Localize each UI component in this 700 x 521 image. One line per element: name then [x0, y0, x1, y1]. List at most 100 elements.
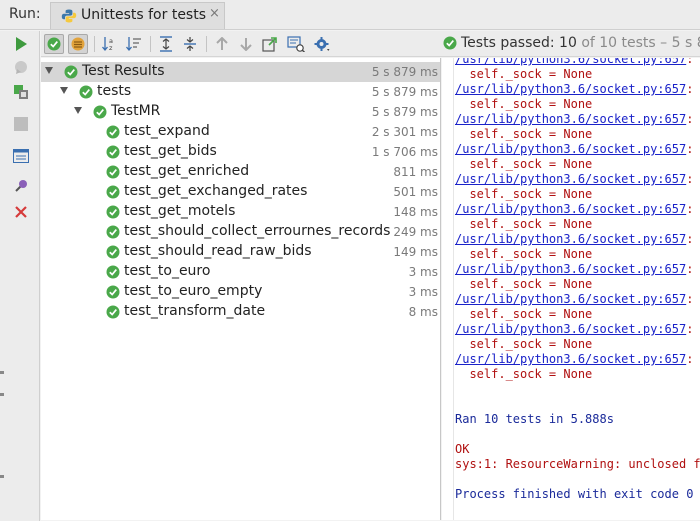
test-tree-row[interactable]: test_get_bids 1 s 706 ms — [41, 142, 440, 162]
source-link[interactable]: /usr/lib/python3.6/socket.py:657 — [455, 172, 686, 186]
expand-arrow-icon[interactable] — [60, 87, 68, 94]
run-tool-window: Run: Unittests for tests × a z Tests pas… — [0, 0, 700, 521]
settings-icon[interactable] — [312, 34, 332, 54]
expand-all-icon[interactable] — [156, 34, 176, 54]
test-passed-icon — [93, 105, 107, 119]
test-toolbar: az Tests passed: 10 of 10 tests – 5 s — [41, 31, 700, 57]
source-link[interactable]: /usr/lib/python3.6/socket.py:657 — [455, 142, 686, 156]
test-duration: 3 ms — [408, 285, 438, 299]
test-duration: 811 ms — [393, 165, 438, 179]
show-ignored-icon[interactable] — [68, 34, 88, 54]
traceback-code-line: self._sock = None — [455, 307, 593, 321]
test-name: test_should_read_raw_bids — [124, 243, 312, 259]
traceback-line: /usr/lib/python3.6/socket.py:657: R — [455, 142, 694, 156]
source-link[interactable]: /usr/lib/python3.6/socket.py:657 — [455, 322, 686, 336]
test-tree-row[interactable]: test_should_collect_errournes_records 249… — [41, 222, 440, 242]
test-duration: 3 ms — [408, 265, 438, 279]
test-tree-row[interactable]: tests 5 s 879 ms — [41, 82, 440, 102]
rerun-failed-icon[interactable] — [12, 59, 30, 77]
test-duration: 1 s 706 ms — [371, 145, 438, 159]
tests-status: Tests passed: 10 of 10 tests – 5 s 879 — [443, 35, 700, 54]
source-link[interactable]: /usr/lib/python3.6/socket.py:657 — [455, 292, 686, 306]
traceback-code-line: self._sock = None — [455, 67, 593, 81]
test-tree-row[interactable]: test_transform_date 8 ms — [41, 302, 440, 322]
ok-line: OK — [455, 442, 470, 456]
test-name: tests — [97, 83, 132, 99]
test-tree-row[interactable]: Test Results 5 s 879 ms — [41, 62, 440, 82]
test-name: test_expand — [124, 123, 210, 139]
sort-duration-icon[interactable] — [124, 34, 144, 54]
import-icon[interactable] — [286, 34, 306, 54]
layout-icon[interactable] — [12, 147, 30, 165]
traceback-line: /usr/lib/python3.6/socket.py:657: R — [455, 172, 694, 186]
source-link[interactable]: /usr/lib/python3.6/socket.py:657 — [455, 112, 686, 126]
test-tree-row[interactable]: test_get_exchanged_rates 501 ms — [41, 182, 440, 202]
test-duration: 501 ms — [393, 185, 438, 199]
source-link[interactable]: /usr/lib/python3.6/socket.py:657 — [455, 232, 686, 246]
test-tree-row[interactable]: test_to_euro 3 ms — [41, 262, 440, 282]
tab-close-icon[interactable]: × — [209, 6, 220, 21]
test-duration: 5 s 879 ms — [371, 105, 438, 119]
run-label: Run: — [9, 6, 41, 22]
test-passed-icon — [106, 305, 120, 319]
test-tree-row[interactable]: test_get_enriched 811 ms — [41, 162, 440, 182]
test-duration: 149 ms — [393, 245, 438, 259]
traceback-line: /usr/lib/python3.6/socket.py:657: R — [455, 292, 694, 306]
source-link[interactable]: /usr/lib/python3.6/socket.py:657 — [455, 352, 686, 366]
source-link[interactable]: /usr/lib/python3.6/socket.py:657 — [455, 262, 686, 276]
test-tree-row[interactable]: TestMR 5 s 879 ms — [41, 102, 440, 122]
passed-icon — [443, 36, 457, 54]
scroll-marker — [0, 393, 4, 396]
test-passed-icon — [106, 205, 120, 219]
test-passed-icon — [106, 145, 120, 159]
traceback-line: /usr/lib/python3.6/socket.py:657: R — [455, 352, 694, 366]
test-passed-icon — [106, 285, 120, 299]
traceback-line: /usr/lib/python3.6/socket.py:657: R — [455, 262, 694, 276]
traceback-code-line: self._sock = None — [455, 157, 593, 171]
test-name: test_get_bids — [124, 143, 217, 159]
test-name: test_get_exchanged_rates — [124, 183, 308, 199]
traceback-code-line: self._sock = None — [455, 217, 593, 231]
stop-icon[interactable] — [12, 115, 30, 133]
test-passed-icon — [106, 165, 120, 179]
test-tree-row[interactable]: test_should_read_raw_bids 149 ms — [41, 242, 440, 262]
test-passed-icon — [106, 225, 120, 239]
traceback-code-line: self._sock = None — [455, 367, 593, 381]
test-duration: 5 s 879 ms — [371, 65, 438, 79]
source-link[interactable]: /usr/lib/python3.6/socket.py:657 — [455, 82, 686, 96]
test-passed-icon — [79, 85, 93, 99]
test-tree-row[interactable]: test_to_euro_empty 3 ms — [41, 282, 440, 302]
expand-arrow-icon[interactable] — [74, 107, 82, 114]
test-name: test_get_enriched — [124, 163, 250, 179]
run-config-tab[interactable]: Unittests for tests × — [50, 2, 225, 29]
test-tree: Test Results 5 s 879 ms tests 5 s 879 ms Tes… — [41, 58, 441, 520]
rerun-icon[interactable] — [12, 83, 30, 101]
expand-arrow-icon[interactable] — [45, 67, 53, 74]
show-passed-icon[interactable] — [44, 34, 64, 54]
source-link[interactable]: /usr/lib/python3.6/socket.py:657 — [455, 202, 686, 216]
test-tree-row[interactable]: test_expand 2 s 301 ms — [41, 122, 440, 142]
test-duration: 2 s 301 ms — [371, 125, 438, 139]
close-icon[interactable] — [12, 203, 30, 221]
run-icon[interactable] — [12, 35, 30, 53]
console-output: /usr/lib/python3.6/socket.py:657: R self… — [442, 58, 700, 520]
test-passed-icon — [64, 65, 78, 79]
scroll-marker — [0, 371, 4, 374]
prev-test-icon[interactable] — [212, 34, 232, 54]
test-tree-row[interactable]: test_get_motels 148 ms — [41, 202, 440, 222]
traceback-code-line: self._sock = None — [455, 97, 593, 111]
export-icon[interactable] — [260, 34, 280, 54]
collapse-all-icon[interactable] — [180, 34, 200, 54]
sort-alpha-icon[interactable]: az — [100, 34, 120, 54]
test-name: test_get_motels — [124, 203, 236, 219]
traceback-code-line: self._sock = None — [455, 277, 593, 291]
pin-icon[interactable] — [12, 177, 30, 195]
status-prefix: Tests passed: — [461, 35, 560, 51]
next-test-icon[interactable] — [236, 34, 256, 54]
source-link[interactable]: /usr/lib/python3.6/socket.py:657 — [455, 58, 686, 66]
test-passed-icon — [106, 185, 120, 199]
test-duration: 249 ms — [393, 225, 438, 239]
run-tab-bar: Run: Unittests for tests × — [0, 0, 700, 30]
status-duration: – 5 s 879 — [660, 35, 700, 51]
svg-text:z: z — [109, 44, 113, 52]
